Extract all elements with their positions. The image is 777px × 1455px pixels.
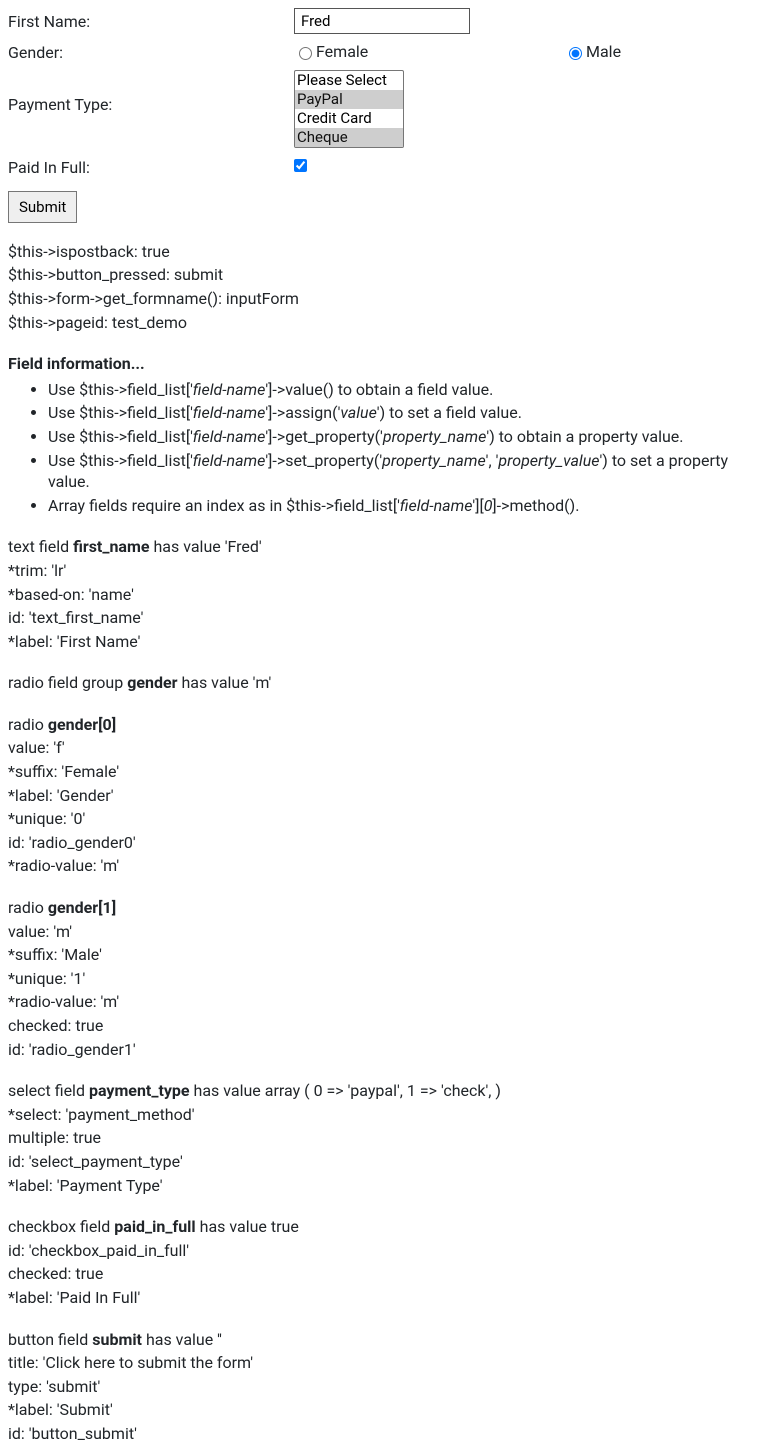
gender1-prop: *unique: '1': [8, 968, 769, 990]
payment-option-paypal[interactable]: PayPal: [295, 90, 403, 109]
payment-type-prop: *select: 'payment_method': [8, 1104, 769, 1126]
gender-radio-male-label: Male: [586, 41, 621, 63]
first-name-prop: id: 'text_first_name': [8, 607, 769, 629]
gender-radio-female[interactable]: [299, 47, 312, 60]
gender1-prop: id: 'radio_gender1': [8, 1039, 769, 1061]
gender-group-heading: radio field group gender has value 'm': [8, 672, 769, 694]
gender0-prop: id: 'radio_gender0': [8, 832, 769, 854]
submit-prop: type: 'submit': [8, 1376, 769, 1398]
gender-option-male[interactable]: Male: [564, 41, 777, 63]
payment-option-please-select[interactable]: Please Select: [295, 71, 403, 90]
gender1-heading: radio gender[1]: [8, 897, 769, 919]
first-name-input[interactable]: [294, 8, 470, 34]
field-info-item: Use $this->field_list['field-name']->ass…: [48, 402, 769, 424]
field-info-list: Use $this->field_list['field-name']->val…: [8, 379, 769, 517]
payment-type-select[interactable]: Please Select PayPal Credit Card Cheque: [294, 70, 404, 148]
first-name-heading: text field first_name has value 'Fred': [8, 536, 769, 558]
field-info-item: Array fields require an index as in $thi…: [48, 495, 769, 517]
gender-radio-female-label: Female: [316, 41, 368, 63]
gender-radio-male[interactable]: [569, 47, 582, 60]
payment-option-credit-card[interactable]: Credit Card: [295, 109, 403, 128]
payment-type-prop: *label: 'Payment Type': [8, 1175, 769, 1197]
paid-in-full-prop: checked: true: [8, 1263, 769, 1285]
gender1-prop: checked: true: [8, 1015, 769, 1037]
gender1-prop: *suffix: 'Male': [8, 944, 769, 966]
first-name-prop: *label: 'First Name': [8, 631, 769, 653]
payment-type-heading: select field payment_type has value arra…: [8, 1080, 769, 1102]
field-info-item: Use $this->field_list['field-name']->get…: [48, 426, 769, 448]
field-info-item: Use $this->field_list['field-name']->set…: [48, 450, 769, 493]
field-info-item: Use $this->field_list['field-name']->val…: [48, 379, 769, 401]
payment-option-cheque[interactable]: Cheque: [295, 128, 403, 147]
debug-ispostback: $this->ispostback: true: [8, 241, 769, 263]
paid-in-full-heading: checkbox field paid_in_full has value tr…: [8, 1216, 769, 1238]
gender0-prop: *radio-value: 'm': [8, 855, 769, 877]
submit-prop: id: 'button_submit': [8, 1423, 769, 1445]
debug-formname: $this->form->get_formname(): inputForm: [8, 288, 769, 310]
gender0-prop: *suffix: 'Female': [8, 761, 769, 783]
debug-button-pressed: $this->button_pressed: submit: [8, 264, 769, 286]
gender0-heading: radio gender[0]: [8, 714, 769, 736]
field-info-heading: Field information...: [8, 353, 769, 375]
gender-option-female[interactable]: Female: [294, 41, 564, 63]
submit-button[interactable]: Submit: [8, 191, 77, 223]
paid-in-full-prop: *label: 'Paid In Full': [8, 1287, 769, 1309]
submit-heading: button field submit has value '': [8, 1329, 769, 1351]
submit-prop: *label: 'Submit': [8, 1399, 769, 1421]
gender0-prop: *unique: '0': [8, 808, 769, 830]
debug-pageid: $this->pageid: test_demo: [8, 312, 769, 334]
first-name-label: First Name:: [8, 9, 294, 33]
payment-type-label: Payment Type:: [8, 70, 294, 116]
first-name-prop: *based-on: 'name': [8, 584, 769, 606]
gender1-prop: *radio-value: 'm': [8, 991, 769, 1013]
payment-type-prop: multiple: true: [8, 1127, 769, 1149]
first-name-prop: *trim: 'lr': [8, 560, 769, 582]
paid-in-full-label: Paid In Full:: [8, 155, 294, 179]
paid-in-full-checkbox[interactable]: [294, 159, 307, 172]
gender1-prop: value: 'm': [8, 921, 769, 943]
payment-type-prop: id: 'select_payment_type': [8, 1151, 769, 1173]
paid-in-full-prop: id: 'checkbox_paid_in_full': [8, 1240, 769, 1262]
gender0-prop: *label: 'Gender': [8, 785, 769, 807]
submit-prop: title: 'Click here to submit the form': [8, 1352, 769, 1374]
gender-label: Gender:: [8, 40, 294, 64]
gender0-prop: value: 'f': [8, 737, 769, 759]
